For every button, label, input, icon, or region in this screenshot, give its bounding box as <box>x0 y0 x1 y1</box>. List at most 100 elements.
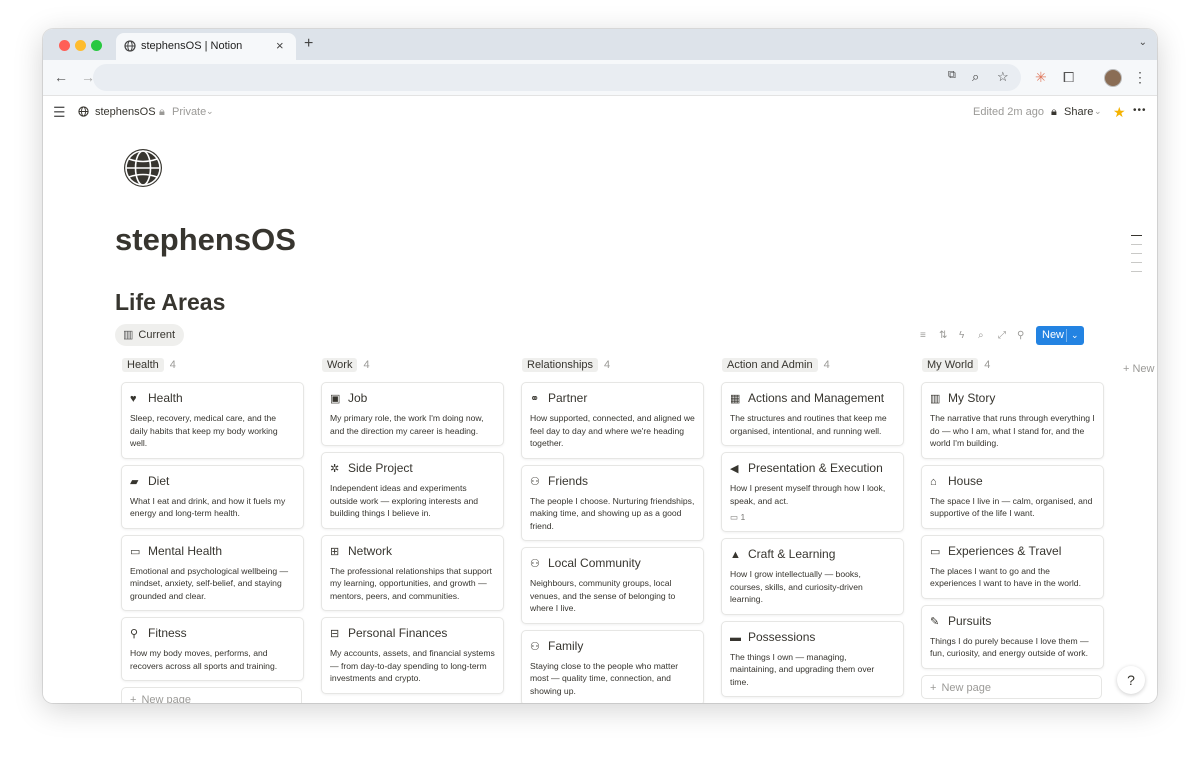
car-icon: ▬ <box>730 631 741 644</box>
board-card[interactable]: ▲ Craft & Learning How I grow intellectual… <box>721 538 904 615</box>
board-card[interactable]: ▭ Mental Health Emotional and psychologica… <box>121 534 304 611</box>
more-icon[interactable]: ••• <box>1133 105 1147 116</box>
network-icon: ⊞ <box>330 545 340 558</box>
zoom-icon[interactable]: ⌕ <box>972 69 979 85</box>
card-description: My primary role, the work I'm doing now,… <box>330 413 484 436</box>
column-count: 4 <box>604 359 611 371</box>
board-card[interactable]: ✲ Side Project Independent ideas and exper… <box>321 452 504 529</box>
toc-line[interactable] <box>1131 253 1142 254</box>
extension-claude-icon[interactable]: ✳ <box>1035 69 1047 86</box>
id-card-icon: ▭ <box>130 545 141 558</box>
new-button-label: New <box>1042 329 1065 341</box>
food-icon: ▰ <box>130 475 139 488</box>
share-button[interactable]: Share <box>1064 106 1093 118</box>
column-header[interactable]: My World 4 <box>922 358 1104 374</box>
board-card[interactable]: ⚇ Local Community Neighbours, community gr… <box>521 547 704 624</box>
card-title: Fitness <box>148 626 187 640</box>
pursuits-icon: ✎ <box>930 615 940 628</box>
tab-close-icon[interactable]: × <box>276 38 284 53</box>
board-card[interactable]: ⌂ House The space I live in — calm, organi… <box>921 464 1104 529</box>
add-group-button[interactable]: + New <box>1123 363 1155 375</box>
couple-icon: ⚭ <box>530 393 540 405</box>
help-icon[interactable]: ? <box>1117 666 1145 694</box>
column-header[interactable]: Relationships 4 <box>522 358 704 374</box>
board-card[interactable]: ▦ Actions and Management The structures an… <box>721 382 904 446</box>
new-page-button[interactable]: + New page <box>121 687 302 703</box>
settings-icon[interactable]: ⚲ <box>1017 330 1024 341</box>
board-card[interactable]: ⚲ Fitness How my body moves, performs, and… <box>121 617 304 681</box>
sort-icon[interactable]: ⇅ <box>939 330 947 341</box>
section-heading[interactable]: Life Areas <box>115 289 225 316</box>
browser-menu-icon[interactable]: ⋮ <box>1133 69 1147 86</box>
new-page-label: New page <box>141 694 191 703</box>
people-icon: ⚇ <box>530 558 540 570</box>
card-description: The things I own — managing, maintaining… <box>730 651 875 687</box>
column-count: 4 <box>363 359 370 371</box>
browser-tab[interactable]: stephensOS | Notion × <box>116 33 296 60</box>
card-title: Health <box>148 391 183 405</box>
column-count: 4 <box>169 359 176 371</box>
toc-line[interactable] <box>1131 262 1142 263</box>
board-card[interactable]: ⊟ Personal Finances My accounts, assets, a… <box>321 617 504 694</box>
column-header[interactable]: Work 4 <box>322 358 504 374</box>
bookmark-star-icon[interactable]: ☆ <box>997 69 1009 85</box>
address-bar[interactable]: ⧉ ⌕ ☆ <box>93 64 1021 91</box>
board-card[interactable]: ♥ Health Sleep, recovery, medical care, an… <box>121 382 304 459</box>
automation-icon[interactable]: ϟ <box>959 330 964 341</box>
house-icon: ⌂ <box>930 475 937 488</box>
card-title: Experiences & Travel <box>948 543 1062 558</box>
privacy-label[interactable]: Private <box>172 106 206 118</box>
profile-avatar[interactable] <box>1104 69 1122 87</box>
cast-icon[interactable]: ⧉ <box>948 69 956 82</box>
extensions-puzzle-icon[interactable]: ⧠ <box>1063 69 1074 86</box>
card-title: Actions and Management <box>748 391 885 405</box>
toc-line[interactable] <box>1131 271 1142 272</box>
money-icon: ⊟ <box>330 628 340 640</box>
board-card[interactable]: ▬ Possessions The things I own — managing,… <box>721 620 904 697</box>
minimize-window-dot[interactable] <box>75 40 86 51</box>
plus-icon: + <box>930 681 937 694</box>
maximize-window-dot[interactable] <box>91 40 102 51</box>
favorite-star-icon[interactable]: ★ <box>1113 104 1126 121</box>
board-card[interactable]: ⚇ Family Staying close to the people who m… <box>521 629 704 703</box>
column-header[interactable]: Action and Admin 4 <box>722 358 904 374</box>
filter-icon[interactable]: ≡ <box>920 330 926 341</box>
page-title[interactable]: stephensOS <box>115 222 296 258</box>
card-title: Partner <box>548 391 588 405</box>
chevron-down-icon[interactable]: ⌄ <box>1071 326 1079 345</box>
breadcrumb[interactable]: stephensOS <box>95 106 156 118</box>
view-tab-current[interactable]: ▥ Current <box>115 324 185 346</box>
expand-icon[interactable]: ⤢ <box>998 330 1006 341</box>
board-card[interactable]: ⚭ Partner How supported, connected, and al… <box>521 382 704 459</box>
board-card[interactable]: ⚇ Friends The people I choose. Nurturing f… <box>521 464 704 541</box>
card-title: Diet <box>148 473 170 488</box>
new-button[interactable]: New ⌄ <box>1036 326 1084 345</box>
new-page-button[interactable]: + New page <box>921 674 1102 699</box>
globe-icon[interactable] <box>121 146 165 190</box>
card-title: House <box>948 473 983 488</box>
plus-icon: + <box>130 694 137 703</box>
search-icon[interactable]: ⌕ <box>978 330 984 341</box>
board-card[interactable]: ▣ Job My primary role, the work I'm doing … <box>321 382 504 446</box>
card-title: Family <box>548 638 584 653</box>
new-tab-icon[interactable]: + <box>304 35 313 53</box>
board-card[interactable]: ◀ Presentation & Execution How I present m… <box>721 452 904 532</box>
board-card[interactable]: ▰ Diet What I eat and drink, and how it fu… <box>121 464 304 529</box>
comment-count[interactable]: ▭ 1 <box>722 507 903 523</box>
calendar-icon: ▦ <box>730 393 741 405</box>
browser-toolbar: ← → ⧉ ⌕ ☆ ✳ ⧠ ⋮ <box>43 60 1157 96</box>
close-window-dot[interactable] <box>59 40 70 51</box>
tab-search-icon[interactable]: ⌄ <box>1139 37 1147 48</box>
board-card[interactable]: ▥ My Story The narrative that runs through… <box>921 382 1104 459</box>
toc-line[interactable] <box>1131 235 1142 236</box>
sidebar-menu-icon[interactable]: ☰ <box>53 104 66 121</box>
board-card[interactable]: ✎ Pursuits Things I do purely because I lo… <box>921 604 1104 669</box>
board-card[interactable]: ⊞ Network The professional relationships t… <box>321 534 504 611</box>
toc-line[interactable] <box>1131 244 1142 245</box>
heart-pulse-icon: ♥ <box>130 393 137 405</box>
globe-icon <box>124 40 136 52</box>
board-view-icon: ▥ <box>123 329 134 341</box>
back-arrow-icon[interactable]: ← <box>54 69 68 85</box>
column-header[interactable]: Health 4 <box>122 358 304 374</box>
board-card[interactable]: ▭ Experiences & Travel The places I want t… <box>921 534 1104 599</box>
